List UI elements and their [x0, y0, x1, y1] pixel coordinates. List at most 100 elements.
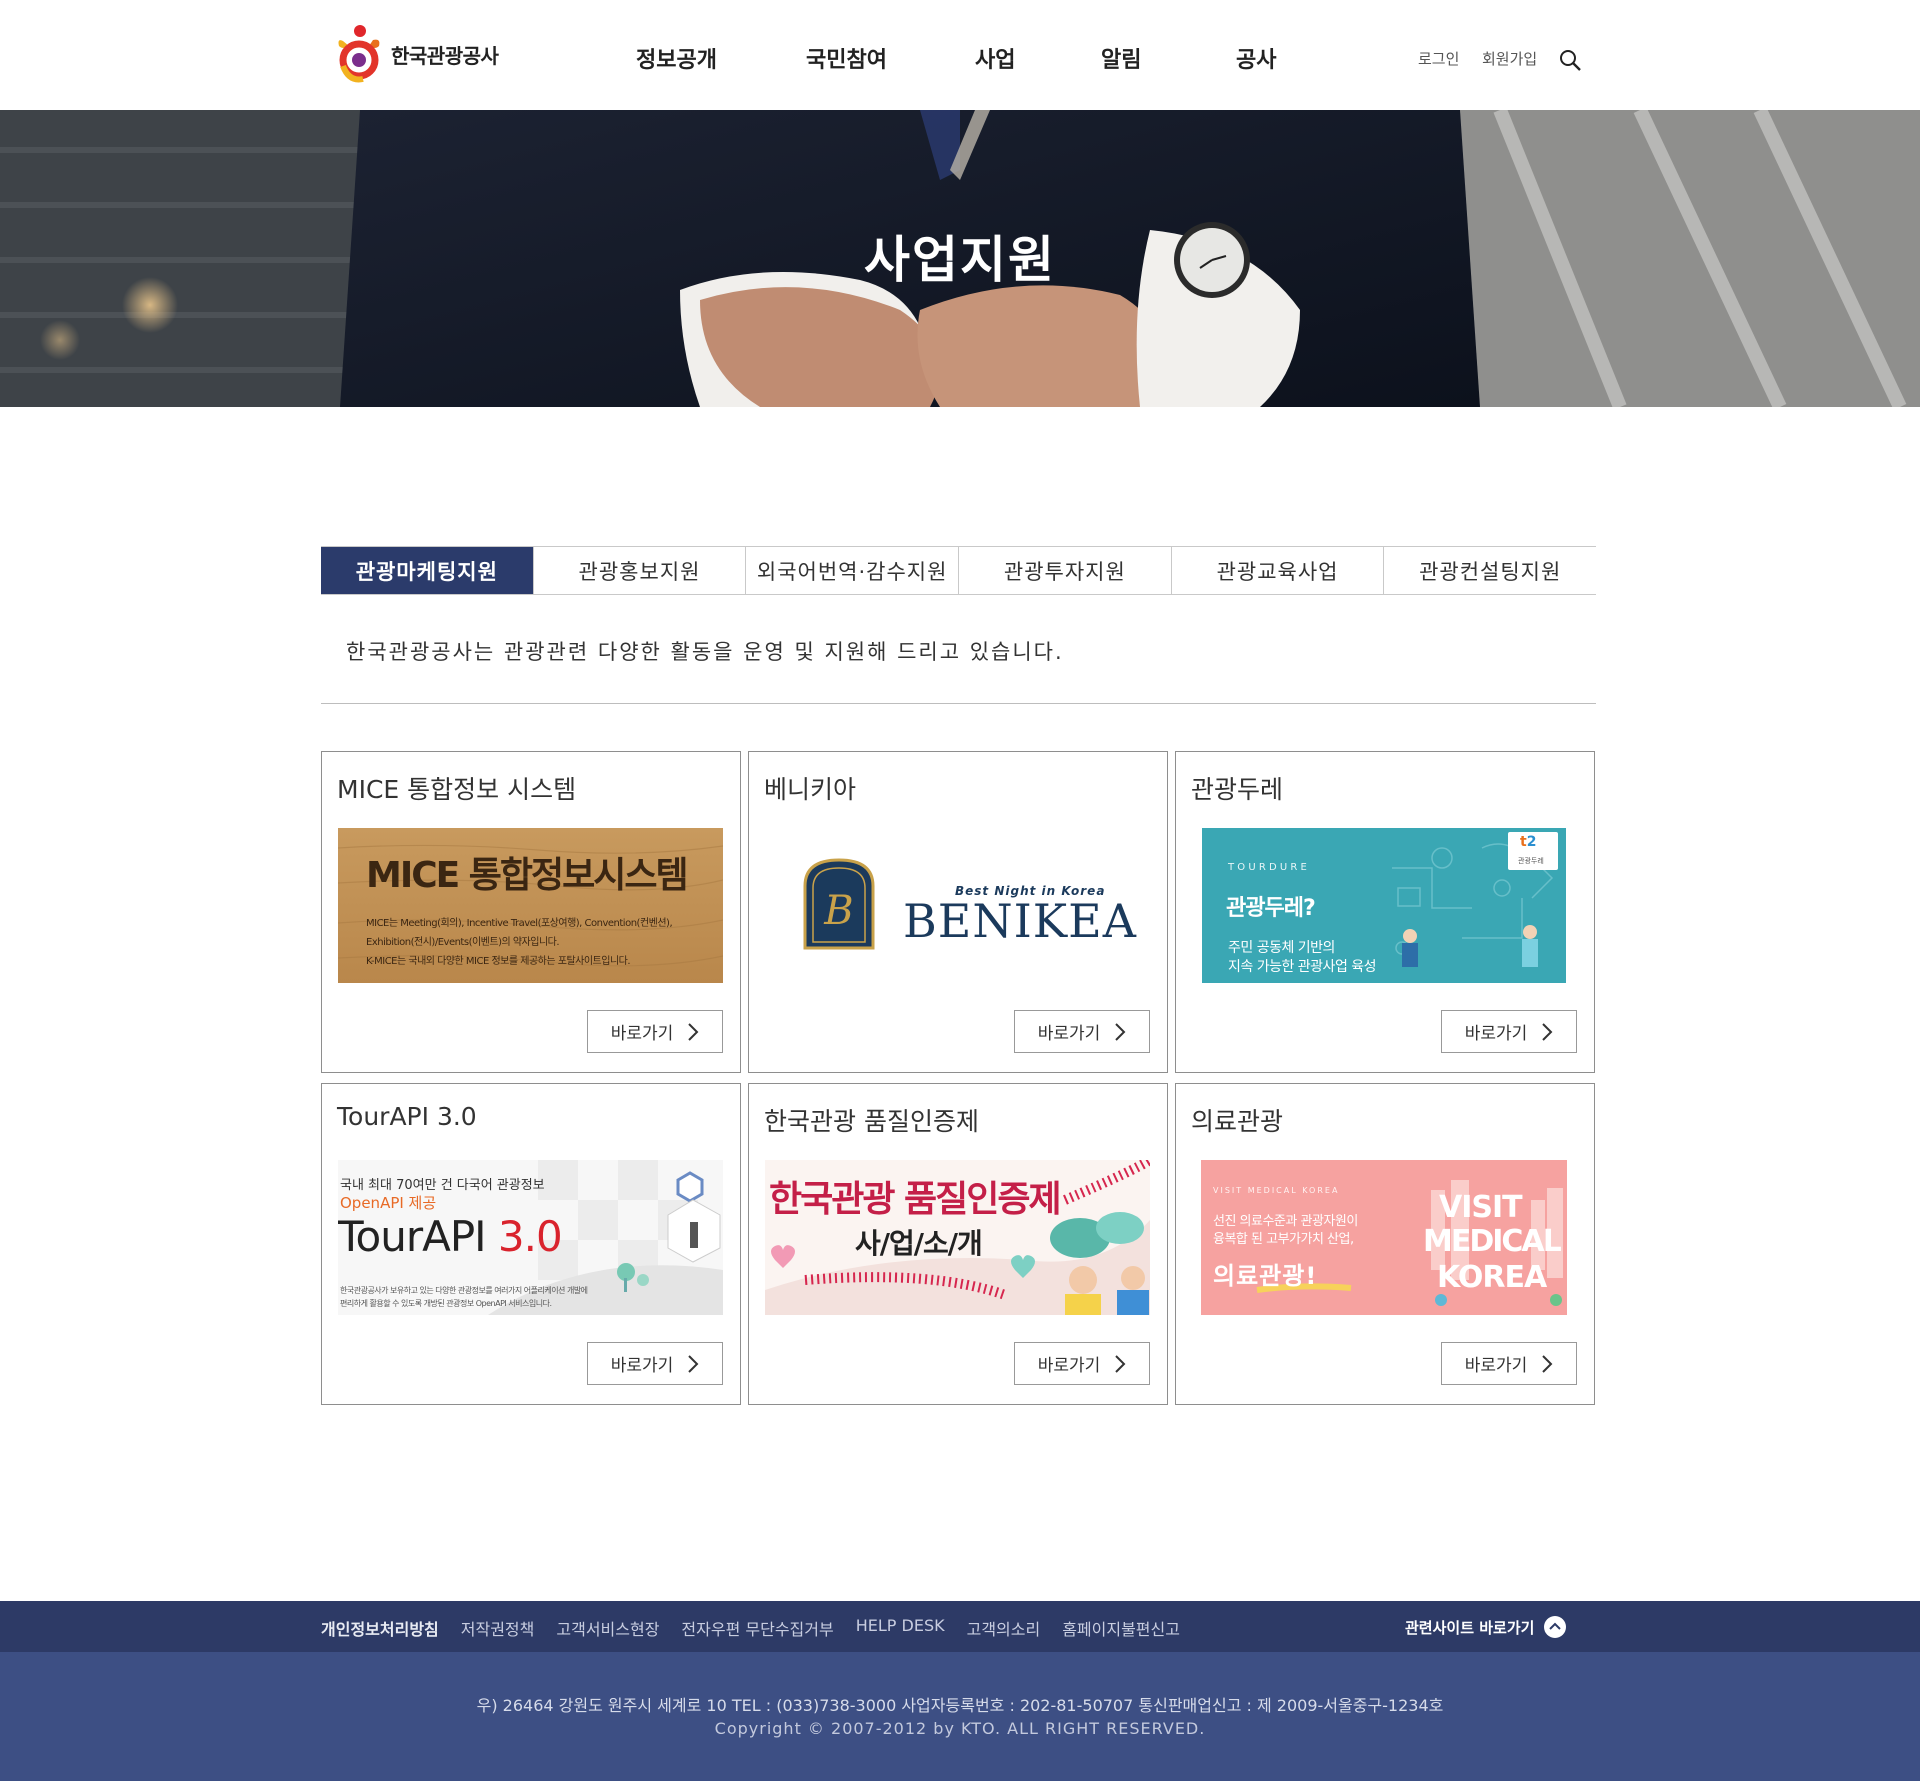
- tourapi-banner[interactable]: 국내 최대 70여만 건 다국어 관광정보 OpenAPI 제공 TourAPI…: [338, 1160, 723, 1315]
- tourapi-small2: 편리하게 활용할 수 있도록 개방된 관광정보 OpenAPI 서비스입니다.: [340, 1299, 552, 1308]
- go-button-medical[interactable]: 바로가기: [1441, 1342, 1577, 1385]
- related-sites-label: 관련사이트 바로가기: [1405, 1618, 1535, 1637]
- tourdure-badge-logo: t2: [1520, 834, 1537, 850]
- footer-link-report[interactable]: 홈페이지불편신고: [1062, 1616, 1180, 1640]
- chevron-right-icon: [1115, 1354, 1126, 1373]
- medical-line1: 선진 의료수준과 관광자원이: [1213, 1214, 1358, 1229]
- tourapi-small1: 한국관광공사가 보유하고 있는 다양한 관광정보를 여러가지 어플리케이션 개발…: [340, 1286, 588, 1295]
- card-title: MICE 통합정보 시스템: [337, 775, 577, 804]
- category-tabs: 관광마케팅지원 관광홍보지원 외국어번역·감수지원 관광투자지원 관광교육사업 …: [321, 546, 1596, 595]
- footer-links-bar: 개인정보처리방침 저작권정책 고객서비스현장 전자우편 무단수집거부 HELP …: [0, 1601, 1920, 1652]
- medical-logo-medical: MEDICAL: [1423, 1224, 1562, 1259]
- benikea-banner[interactable]: B Best Night in Korea BENIKEA: [765, 828, 1150, 983]
- go-button-label: 바로가기: [1464, 1024, 1528, 1044]
- chevron-right-icon: [688, 1022, 699, 1041]
- quality-headline: 한국관광 품질인증제: [769, 1179, 1062, 1220]
- card-tourapi: TourAPI 3.0 국내 최대 70여만 건 다국어 관광정보 OpenAP…: [321, 1083, 741, 1405]
- mice-banner-line3: K-MICE는 국내외 다양한 MICE 정보를 제공하는 포탈사이트입니다.: [366, 956, 631, 967]
- benikea-emblem-icon: B: [803, 858, 875, 950]
- site-header: 한국관광공사 정보공개 국민참여 사업 알림 공사 로그인 회원가입: [0, 0, 1920, 110]
- footer-link-voice[interactable]: 고객의소리: [967, 1616, 1041, 1640]
- nav-item-notice[interactable]: 알림: [1101, 42, 1141, 74]
- footer-copyright: Copyright © 2007-2012 by KTO. ALL RIGHT …: [714, 1719, 1206, 1738]
- tourdure-line2: 지속 가능한 관광사업 육성: [1228, 959, 1377, 975]
- tourapi-brand-version: 3.0: [497, 1212, 563, 1261]
- card-quality-certification: 한국관광 품질인증제 한국관광 품질인증제 사/업/소/개 바로가기: [748, 1083, 1168, 1405]
- medical-banner[interactable]: VISIT MEDICAL KOREA 선진 의료수준과 관광자원이 융복합 된…: [1201, 1160, 1567, 1315]
- footer-info: 우) 26464 강원도 원주시 세계로 10 TEL : (033)738-3…: [0, 1652, 1920, 1781]
- card-benikea: 베니키아 B Best Night in Korea BENIKEA 바로가기: [748, 751, 1168, 1073]
- footer-link-customer-charter[interactable]: 고객서비스현장: [556, 1616, 659, 1640]
- go-button-tourapi[interactable]: 바로가기: [587, 1342, 723, 1385]
- card-title: 관광두레: [1191, 775, 1284, 804]
- nav-item-info[interactable]: 정보공개: [636, 42, 717, 74]
- tourdure-headline: 관광두레?: [1226, 896, 1316, 921]
- site-logo[interactable]: 한국관광공사: [333, 24, 499, 84]
- nav-item-participation[interactable]: 국민참여: [806, 42, 887, 74]
- tab-tourism-consulting[interactable]: 관광컨설팅지원: [1383, 547, 1596, 594]
- go-button-label: 바로가기: [1037, 1024, 1101, 1044]
- search-icon[interactable]: [1558, 48, 1582, 72]
- go-button-label: 바로가기: [1037, 1356, 1101, 1376]
- go-button-benikea[interactable]: 바로가기: [1014, 1010, 1150, 1053]
- chevron-right-icon: [1115, 1022, 1126, 1041]
- card-tourdure: 관광두레 t2 관광두레 T O U R D U R E 관광두레? 주민 공동…: [1175, 751, 1595, 1073]
- go-button-mice[interactable]: 바로가기: [587, 1010, 723, 1053]
- signup-link[interactable]: 회원가입: [1482, 48, 1537, 69]
- svg-text:B: B: [823, 888, 853, 934]
- card-title: TourAPI 3.0: [337, 1102, 477, 1131]
- footer-address: 우) 26464 강원도 원주시 세계로 10 TEL : (033)738-3…: [476, 1696, 1444, 1715]
- logo-text: 한국관광공사: [391, 43, 499, 68]
- footer-link-email-refusal[interactable]: 전자우편 무단수집거부: [681, 1616, 833, 1640]
- go-button-label: 바로가기: [1464, 1356, 1528, 1376]
- tourapi-line1: 국내 최대 70여만 건 다국어 관광정보: [340, 1178, 545, 1193]
- nav-item-company[interactable]: 공사: [1236, 42, 1276, 74]
- tab-tourism-promotion[interactable]: 관광홍보지원: [532, 547, 746, 594]
- mice-banner-headline: MICE 통합정보시스템: [366, 855, 689, 896]
- footer-link-privacy[interactable]: 개인정보처리방침: [321, 1616, 439, 1640]
- quality-banner[interactable]: 한국관광 품질인증제 사/업/소/개: [765, 1160, 1150, 1315]
- mice-banner-line2: Exhibition(전시)/Events(이벤트)의 약자입니다.: [366, 937, 560, 948]
- nav-item-business[interactable]: 사업: [975, 42, 1015, 74]
- go-button-label: 바로가기: [610, 1356, 674, 1376]
- tourdure-banner[interactable]: t2 관광두레 T O U R D U R E 관광두레? 주민 공동체 기반의…: [1202, 828, 1566, 983]
- tourdure-eyebrow: T O U R D U R E: [1228, 862, 1307, 873]
- section-divider: [321, 703, 1596, 704]
- chevron-right-icon: [688, 1354, 699, 1373]
- tourdure-line1: 주민 공동체 기반의: [1228, 940, 1335, 956]
- tourapi-brand: TourAPI 3.0: [338, 1212, 563, 1261]
- tab-translation[interactable]: 외국어번역·감수지원: [745, 547, 958, 594]
- card-title: 한국관광 품질인증제: [764, 1107, 979, 1136]
- medical-logo-korea: KOREA: [1437, 1260, 1547, 1295]
- tab-tourism-education[interactable]: 관광교육사업: [1170, 547, 1384, 594]
- card-mice: MICE 통합정보 시스템 MICE 통합정보시스템 MICE는 Meeting…: [321, 751, 741, 1073]
- kto-logo-icon: [338, 25, 380, 83]
- tab-tourism-marketing[interactable]: 관광마케팅지원: [321, 547, 533, 594]
- medical-logo-visit: VISIT: [1439, 1190, 1523, 1225]
- chevron-up-icon: [1544, 1616, 1567, 1638]
- tourapi-brand-name: TourAPI: [338, 1212, 487, 1261]
- login-link[interactable]: 로그인: [1418, 48, 1459, 69]
- chevron-right-icon: [1542, 1354, 1553, 1373]
- mice-banner[interactable]: MICE 통합정보시스템 MICE는 Meeting(회의), Incentiv…: [338, 828, 723, 983]
- go-button-label: 바로가기: [610, 1024, 674, 1044]
- card-title: 의료관광: [1191, 1107, 1284, 1136]
- footer-links: 개인정보처리방침 저작권정책 고객서비스현장 전자우편 무단수집거부 HELP …: [321, 1616, 1202, 1640]
- go-button-quality[interactable]: 바로가기: [1014, 1342, 1150, 1385]
- footer-link-copyright-policy[interactable]: 저작권정책: [461, 1616, 535, 1640]
- tourdure-badge-text: 관광두레: [1518, 857, 1544, 865]
- benikea-brand: BENIKEA: [903, 894, 1137, 948]
- card-medical-tourism: 의료관광 VISIT MEDICAL KOREA 선진 의료수준과 관광자원이 …: [1175, 1083, 1595, 1405]
- related-sites-button[interactable]: 관련사이트 바로가기: [1405, 1616, 1567, 1638]
- card-title: 베니키아: [764, 775, 857, 804]
- intro-text: 한국관광공사는 관광관련 다양한 활동을 운영 및 지원해 드리고 있습니다.: [346, 640, 1064, 664]
- footer-link-helpdesk[interactable]: HELP DESK: [856, 1616, 945, 1640]
- medical-eyebrow: VISIT MEDICAL KOREA: [1213, 1186, 1340, 1195]
- tourapi-line2: OpenAPI 제공: [340, 1194, 437, 1212]
- go-button-tourdure[interactable]: 바로가기: [1441, 1010, 1577, 1053]
- medical-headline: 의료관광!: [1213, 1262, 1318, 1290]
- medical-line2: 융복합 된 고부가가치 산업,: [1213, 1232, 1354, 1247]
- quality-sub: 사/업/소/개: [855, 1227, 983, 1260]
- tab-tourism-investment[interactable]: 관광투자지원: [958, 547, 1171, 594]
- hero-title: 사업지원: [864, 231, 1056, 289]
